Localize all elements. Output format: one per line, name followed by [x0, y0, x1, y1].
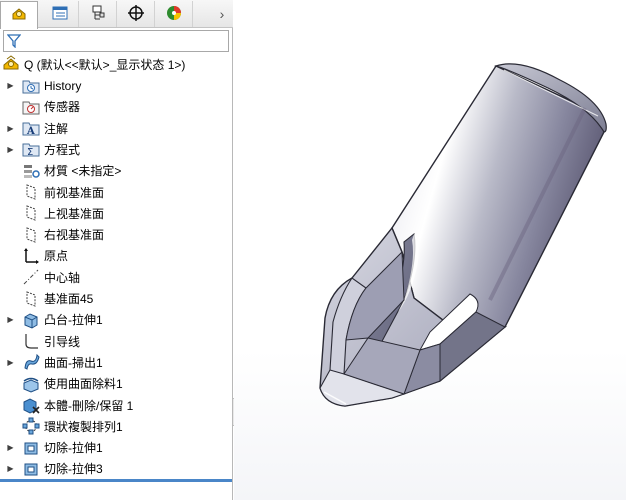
screwdriver-bit-model: [319, 63, 607, 407]
feature-manager-icon: [10, 5, 28, 26]
manager-tabbar: ›: [0, 0, 233, 29]
root-part-label: Q (默认<<默认>_显示状态 1>): [24, 57, 186, 72]
expand-arrow-icon[interactable]: ▶: [6, 358, 15, 367]
expand-arrow-icon[interactable]: ▶: [6, 464, 15, 473]
material-icon: [22, 162, 40, 180]
tree-item-label: 注解: [44, 121, 69, 136]
part-icon: [2, 54, 20, 75]
property-manager-tab[interactable]: [41, 1, 79, 27]
expand-arrow-icon[interactable]: ▶: [6, 315, 15, 324]
tree-item-label: 使用曲面除料1: [44, 377, 123, 392]
axis-icon: [22, 268, 40, 286]
tree-item[interactable]: ▶ 凸台-拉伸1: [0, 309, 232, 330]
tree-item[interactable]: 環狀複製排列1: [0, 416, 232, 437]
tree-item[interactable]: ▶ 切除-拉伸3: [0, 458, 232, 479]
tree-item-label: History: [44, 78, 82, 93]
panel-scroll-indicator[interactable]: [0, 479, 232, 482]
tree-item[interactable]: ▶ 曲面-掃出1: [0, 352, 232, 373]
tree-item-label: 引导线: [44, 334, 81, 349]
sketch-icon: [22, 332, 40, 350]
tree-item[interactable]: 右视基准面: [0, 224, 232, 245]
tree-item[interactable]: 传感器: [0, 96, 232, 117]
tree-item[interactable]: 基准面45: [0, 288, 232, 309]
feature-manager-tab[interactable]: [0, 1, 38, 29]
body-delete-icon: [22, 396, 40, 414]
tree-item-label: 中心轴: [44, 270, 81, 285]
tree-item-label: 環狀複製排列1: [44, 419, 123, 434]
tree-item-label: 上视基准面: [44, 206, 105, 221]
dimxpert-icon: [127, 4, 145, 25]
tree-item[interactable]: ▶ History: [0, 75, 232, 96]
circular-pattern-icon: [22, 417, 40, 435]
origin-icon: [22, 247, 40, 265]
tree-item-label: 本體-刪除/保留 1: [44, 398, 134, 413]
tree-item-label: 切除-拉伸1: [44, 441, 103, 456]
tree-item[interactable]: 材質 <未指定>: [0, 160, 232, 181]
tree-item[interactable]: 使用曲面除料1: [0, 373, 232, 394]
feature-manager-panel: › Q (默认<<默认>_显示状态 1>) ▶ History 传感器 ▶ A 注解 ▶ Σ 方…: [0, 0, 233, 500]
configuration-manager-tab[interactable]: [79, 1, 117, 27]
display-manager-tab[interactable]: [155, 1, 193, 27]
tree-item[interactable]: 原点: [0, 245, 232, 266]
tree-item-label: 传感器: [44, 100, 81, 115]
configuration-manager-icon: [89, 4, 107, 25]
tree-item-label: 右视基准面: [44, 228, 105, 243]
tree-item-label: 原点: [44, 249, 69, 264]
tree-item-label: 凸台-拉伸1: [44, 313, 103, 328]
equations-icon: Σ: [22, 140, 40, 158]
expand-arrow-icon[interactable]: ▶: [6, 124, 15, 133]
surface-cut-icon: [22, 375, 40, 393]
tree-item[interactable]: ▶ Σ 方程式: [0, 139, 232, 160]
dimxpert-manager-tab[interactable]: [117, 1, 155, 27]
svg-text:Σ: Σ: [27, 147, 33, 158]
display-manager-icon: [165, 4, 183, 25]
tree-item[interactable]: 本體-刪除/保留 1: [0, 395, 232, 416]
boss-extrude-icon: [22, 311, 40, 329]
tree-filter-input[interactable]: [3, 30, 229, 52]
svg-text:A: A: [26, 126, 35, 137]
plane-icon: [22, 183, 40, 201]
tree-root-part[interactable]: Q (默认<<默认>_显示状态 1>): [2, 54, 185, 74]
plane-icon: [22, 204, 40, 222]
tree-item-label: 曲面-掃出1: [44, 355, 103, 370]
bit-shaft: [391, 65, 606, 331]
property-manager-icon: [51, 4, 69, 25]
plane-icon: [22, 290, 40, 308]
expand-arrow-icon[interactable]: ▶: [6, 443, 15, 452]
tree-item-label: 基准面45: [44, 292, 94, 306]
tree-item-label: 方程式: [44, 142, 81, 157]
tab-expand-button[interactable]: ›: [214, 5, 230, 23]
tree-item[interactable]: ▶ 切除-拉伸1: [0, 437, 232, 458]
annotations-icon: A: [22, 119, 40, 137]
graphics-viewport[interactable]: [234, 0, 626, 500]
plane-icon: [22, 226, 40, 244]
expand-arrow-icon[interactable]: ▶: [6, 81, 15, 90]
cut-extrude-icon: [22, 439, 40, 457]
expand-arrow-icon[interactable]: ▶: [6, 145, 15, 154]
sensors-icon: [22, 98, 40, 116]
cut-extrude-icon: [22, 460, 40, 478]
tree-item[interactable]: 前视基准面: [0, 182, 232, 203]
tree-item[interactable]: 引导线: [0, 331, 232, 352]
history-folder-icon: [22, 77, 40, 95]
tree-item-label: 前视基准面: [44, 185, 105, 200]
tree-item[interactable]: ▶ A 注解: [0, 118, 232, 139]
tree-item[interactable]: 上视基准面: [0, 203, 232, 224]
filter-icon: [6, 34, 22, 51]
tree-item[interactable]: 中心轴: [0, 267, 232, 288]
tree-item-label: 材質 <未指定>: [44, 164, 122, 179]
surface-sweep-icon: [22, 353, 40, 371]
tree-item-label: 切除-拉伸3: [44, 462, 103, 477]
